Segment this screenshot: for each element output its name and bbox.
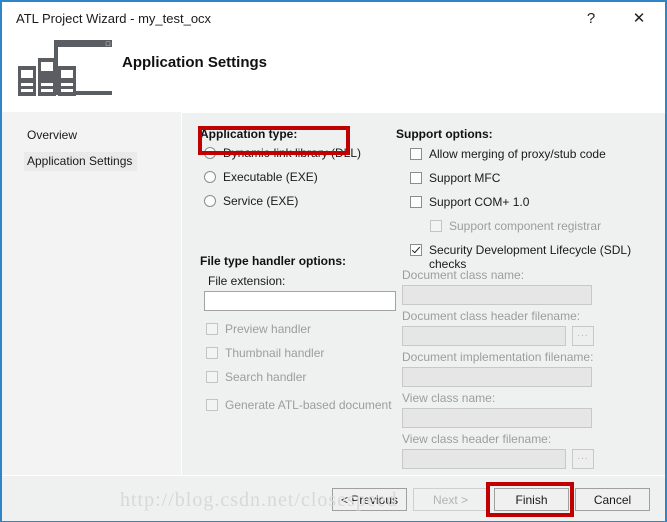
checkbox-sdl-checks[interactable]: Security Development Lifecycle (SDL) che… [410, 243, 635, 271]
close-icon: ✕ [632, 9, 646, 27]
radio-label: Executable (EXE) [223, 170, 318, 184]
checkbox-thumbnail-handler: Thumbnail handler [206, 346, 324, 360]
checkbox-support-component-registrar: Support component registrar [430, 219, 601, 233]
close-button[interactable]: ✕ [621, 2, 657, 34]
title-bar: ATL Project Wizard - my_test_ocx ? ✕ [2, 2, 665, 36]
checkbox-allow-merging-proxy-stub[interactable]: Allow merging of proxy/stub code [410, 147, 606, 161]
checkbox-label: Support COM+ 1.0 [429, 195, 530, 209]
radio-service-exe[interactable]: Service (EXE) [204, 194, 298, 208]
checkbox-label: Allow merging of proxy/stub code [429, 147, 606, 161]
checkbox-indicator [430, 220, 442, 232]
sidebar-item-overview[interactable]: Overview [24, 126, 82, 145]
checkbox-label: Support MFC [429, 171, 501, 185]
checkbox-label: Thumbnail handler [225, 346, 325, 360]
checkbox-indicator [410, 196, 422, 208]
checkbox-indicator [206, 399, 218, 411]
checkbox-indicator [206, 347, 218, 359]
document-class-name-input [402, 285, 592, 305]
wizard-nav-pane: Overview Application Settings [2, 112, 181, 475]
checkbox-support-com-plus[interactable]: Support COM+ 1.0 [410, 195, 529, 209]
radio-dynamic-link-library[interactable]: Dynamic-link library (DLL) [204, 146, 361, 160]
previous-button[interactable]: < Previous [332, 488, 407, 511]
checkbox-indicator [410, 148, 422, 160]
support-options-group-label: Support options: [396, 127, 493, 141]
checkbox-label: Preview handler [225, 322, 312, 336]
help-button[interactable]: ? [573, 2, 609, 34]
view-class-header-filename-label: View class header filename: [402, 432, 552, 446]
sidebar-item-application-settings[interactable]: Application Settings [24, 152, 138, 171]
checkbox-search-handler: Search handler [206, 370, 306, 384]
view-class-header-filename-input [402, 449, 566, 469]
finish-button[interactable]: Finish [494, 488, 569, 511]
file-extension-input[interactable] [204, 291, 396, 311]
radio-label: Service (EXE) [223, 194, 299, 208]
document-class-header-filename-input [402, 326, 566, 346]
next-button: Next > [413, 488, 488, 511]
window-title: ATL Project Wizard - my_test_ocx [16, 11, 212, 26]
checkbox-label: Generate ATL-based document [225, 398, 392, 412]
application-type-group-label: Application type: [200, 127, 298, 141]
document-implementation-filename-input [402, 367, 592, 387]
atl-project-wizard-dialog: ATL Project Wizard - my_test_ocx ? ✕ _ □… [0, 0, 667, 522]
svg-text:_ □ ✕: _ □ ✕ [99, 41, 112, 48]
wizard-header: _ □ ✕ Application Settings [2, 36, 665, 112]
checkbox-preview-handler: Preview handler [206, 322, 311, 336]
question-mark-icon: ? [586, 9, 596, 27]
view-class-header-browse-button: ... [572, 449, 594, 469]
checkbox-label: Search handler [225, 370, 307, 384]
radio-indicator [204, 171, 216, 183]
file-type-handler-group-label: File type handler options: [200, 254, 347, 268]
cancel-button[interactable]: Cancel [575, 488, 650, 511]
sidebar-item-label: Application Settings [27, 154, 133, 168]
document-class-header-filename-label: Document class header filename: [402, 309, 581, 323]
checkbox-label: Support component registrar [449, 219, 602, 233]
radio-indicator [204, 195, 216, 207]
document-implementation-filename-label: Document implementation filename: [402, 350, 594, 364]
document-class-name-label: Document class name: [402, 268, 525, 282]
sidebar-item-label: Overview [27, 128, 78, 142]
wizard-body: Overview Application Settings Applicatio… [2, 112, 665, 475]
wizard-app-settings-icon: _ □ ✕ [18, 40, 112, 96]
checkbox-label: Security Development Lifecycle (SDL) che… [429, 243, 632, 271]
view-class-name-label: View class name: [402, 391, 496, 405]
radio-label: Dynamic-link library (DLL) [223, 146, 362, 160]
wizard-content-pane: Application type: Dynamic-link library (… [182, 112, 665, 475]
checkbox-indicator [206, 323, 218, 335]
wizard-footer: < Previous Next > Finish Cancel [2, 475, 665, 521]
checkbox-generate-atl-based-document: Generate ATL-based document [206, 398, 392, 412]
radio-indicator [204, 147, 216, 159]
page-title: Application Settings [122, 54, 268, 71]
checkbox-indicator [410, 244, 422, 256]
checkbox-support-mfc[interactable]: Support MFC [410, 171, 500, 185]
file-extension-label: File extension: [208, 274, 286, 288]
document-class-header-browse-button: ... [572, 326, 594, 346]
radio-executable-exe[interactable]: Executable (EXE) [204, 170, 318, 184]
view-class-name-input [402, 408, 592, 428]
checkbox-indicator [206, 371, 218, 383]
checkbox-indicator [410, 172, 422, 184]
